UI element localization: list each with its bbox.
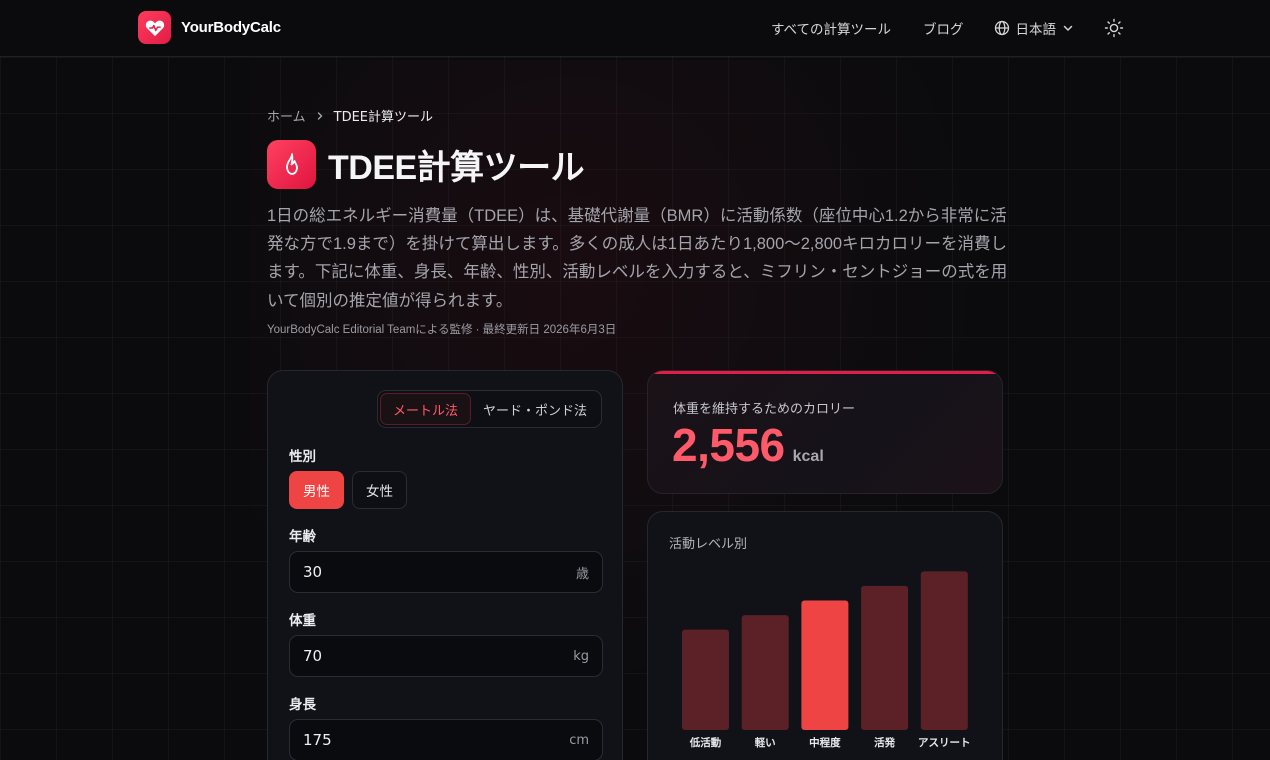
globe-icon (994, 20, 1009, 36)
result-unit: kcal (792, 448, 824, 465)
language-selector[interactable]: 日本語 (994, 18, 1075, 38)
weight-value: 70 (303, 647, 323, 665)
result-value-row: 2,556 kcal (672, 418, 824, 472)
theme-toggle[interactable] (1104, 18, 1124, 38)
height-label: 身長 (289, 697, 316, 713)
weight-input[interactable]: 70 kg (289, 635, 603, 677)
breadcrumb: ホーム TDEE計算ツール (267, 106, 433, 125)
gender-selector: 男性 女性 (289, 471, 407, 509)
bar-label-0: 低活動 (689, 736, 722, 749)
brand-name: YourBodyCalc (181, 19, 281, 36)
age-value: 30 (303, 563, 323, 581)
site-header: YourBodyCalc すべての計算ツール ブログ 日本語 (0, 0, 1270, 57)
chevron-right-icon (317, 111, 323, 120)
sun-icon (1104, 18, 1124, 38)
result-card: 体重を維持するためのカロリー 2,556 kcal (647, 370, 1003, 494)
page-meta: YourBodyCalc Editorial Teamによる監修 · 最終更新日… (267, 324, 617, 336)
calculator-form: メートル法 ヤード・ポンド法 性別 男性 女性 年齢 30 歳 体重 70 kg… (267, 370, 623, 760)
language-label: 日本語 (1015, 22, 1057, 38)
unit-imperial-button[interactable]: ヤード・ポンド法 (471, 393, 599, 425)
bar-3[interactable] (861, 585, 909, 730)
main-nav: すべての計算ツール ブログ 日本語 (739, 0, 1124, 56)
activity-chart-card: 活動レベル別 低活動 軽い 中程度 活発 アスリート (647, 511, 1003, 760)
nav-blog[interactable]: ブログ (923, 18, 964, 38)
bar-4[interactable] (920, 571, 968, 730)
unit-system-toggle: メートル法 ヤード・ポンド法 (376, 390, 602, 428)
age-unit: 歳 (575, 566, 589, 582)
breadcrumb-current: TDEE計算ツール (333, 110, 434, 125)
chevron-down-icon (1063, 25, 1073, 32)
page-title: TDEE計算ツール (328, 149, 585, 187)
bar-label-3: 活発 (874, 736, 896, 749)
height-input[interactable]: 175 cm (289, 719, 603, 760)
bar-label-1: 軽い (755, 736, 776, 749)
gender-label: 性別 (289, 449, 316, 465)
gender-female-button[interactable]: 女性 (352, 471, 407, 509)
bar-label-4: アスリート (918, 737, 971, 749)
bar-2[interactable] (801, 600, 849, 730)
result-number: 2,556 (672, 419, 785, 471)
result-label: 体重を維持するためのカロリー (673, 402, 856, 417)
unit-metric-button[interactable]: メートル法 (379, 393, 471, 425)
brand-logo[interactable]: YourBodyCalc (138, 11, 281, 44)
bar-0[interactable] (682, 629, 729, 730)
heart-logo-icon (138, 11, 171, 44)
gender-male-button[interactable]: 男性 (289, 471, 344, 509)
activity-bar-chart: 低活動 軽い 中程度 活発 アスリート (682, 571, 971, 749)
bar-1[interactable] (741, 615, 789, 730)
breadcrumb-home[interactable]: ホーム (267, 106, 306, 125)
bar-label-2: 中程度 (809, 736, 841, 749)
title-row: TDEE計算ツール (267, 140, 585, 189)
nav-all-tools[interactable]: すべての計算ツール (771, 18, 891, 38)
height-value: 175 (303, 731, 332, 749)
page-description: 1日の総エネルギー消費量（TDEE）は、基礎代謝量（BMR）に活動係数（座位中心… (267, 207, 1008, 310)
age-input[interactable]: 30 歳 (289, 551, 603, 593)
flame-icon (267, 140, 316, 189)
weight-unit: kg (573, 648, 589, 664)
grid-background (0, 57, 1270, 760)
height-unit: cm (569, 732, 589, 748)
weight-label: 体重 (289, 613, 316, 629)
age-label: 年齢 (289, 529, 316, 545)
